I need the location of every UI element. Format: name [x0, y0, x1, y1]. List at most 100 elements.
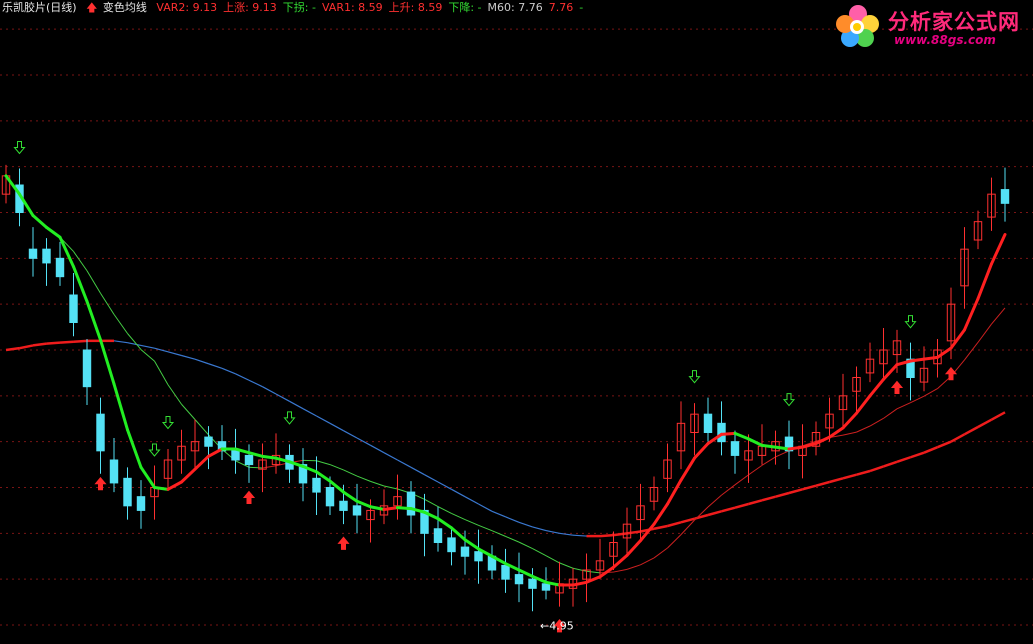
m60-segment [248, 379, 263, 388]
m60-segment [963, 425, 979, 436]
ma5-segment [166, 480, 183, 491]
indicator-arrow-icon: 🡅 [86, 1, 98, 14]
ma12-segment [478, 524, 493, 532]
m60-segment [910, 451, 925, 459]
candle-body [231, 450, 240, 461]
ma12-segment [883, 408, 898, 419]
color-ma-line [4, 174, 1007, 587]
ma5-segment [180, 467, 197, 484]
ma5-segment [963, 297, 980, 332]
ma12-segment [532, 548, 547, 557]
m60-segment [491, 510, 506, 518]
signal-arrows [13, 141, 958, 633]
candle-body [69, 294, 78, 323]
m60-segment [181, 354, 196, 360]
ma12-segment [329, 464, 344, 471]
ma5-segment [625, 539, 642, 557]
m60-segment [370, 444, 385, 454]
candle-body [717, 422, 726, 443]
candle-body [136, 496, 146, 511]
ma12-segment [694, 506, 709, 521]
ma5-segment [126, 428, 143, 469]
m60-segment [829, 477, 844, 484]
buy-arrow-icon [337, 536, 350, 550]
m60-segment [613, 532, 628, 537]
candle-body [501, 564, 510, 580]
m60-segment [46, 341, 61, 345]
ma12-segment [356, 475, 371, 482]
ma12-segment [869, 417, 884, 427]
stock-name: 乐凯胶片(日线) [2, 1, 77, 14]
m60-segment [235, 373, 250, 381]
m60-segment [329, 422, 344, 432]
ma5-segment [85, 299, 102, 342]
m60-segment [127, 342, 142, 347]
ma12-segment [518, 541, 533, 550]
indicator-field: 上涨: 9.13 [223, 1, 277, 14]
m60-segment [289, 400, 304, 410]
m60-segment [626, 530, 641, 535]
m60-segment [302, 408, 317, 417]
candle-body [325, 487, 335, 507]
ma5-segment [396, 506, 413, 511]
m60-segment [572, 534, 587, 537]
ma5-segment [666, 478, 683, 506]
m60-segment [896, 456, 911, 464]
ma12-segment [194, 419, 209, 436]
candle-body [541, 583, 551, 591]
buy-arrow-icon [242, 490, 256, 504]
ma5-segment [922, 355, 939, 361]
ma5-segment [652, 502, 669, 526]
ma12-segment [181, 403, 196, 420]
ma5-segment [693, 442, 710, 460]
m60-segment [518, 521, 533, 528]
m60-segment [815, 480, 830, 487]
ma12-segment [424, 498, 439, 508]
ma5-segment [639, 522, 656, 543]
candle-body [42, 248, 51, 264]
ma12-segment [842, 431, 857, 436]
m60-segment [113, 340, 128, 344]
buy-arrow-icon [890, 380, 904, 394]
candle-body [55, 257, 65, 278]
m60-segment [59, 340, 74, 344]
ma5-segment [193, 454, 210, 471]
ma5-segment [612, 553, 629, 569]
flower-icon [836, 5, 879, 47]
m60-segment [464, 496, 479, 505]
ma5-segment [949, 328, 966, 350]
logo-title: 分析家公式网 [888, 10, 1020, 34]
candle-body [447, 537, 456, 553]
m60-segment [5, 346, 20, 352]
ma5-segment [99, 338, 116, 386]
m60-segment [275, 393, 290, 402]
ma12-segment [370, 480, 385, 487]
candle-body [204, 436, 213, 447]
m60-segment [532, 526, 547, 532]
candle-body [28, 248, 38, 259]
ma12-segment [167, 384, 182, 405]
m60-segment [356, 437, 371, 446]
indicator-field: 上升: 8.59 [388, 1, 443, 14]
ma12-segment [896, 402, 911, 410]
m60-segment [761, 495, 776, 502]
ma12-segment [113, 314, 128, 334]
ma12-segment [761, 456, 776, 466]
candles [1, 164, 1010, 612]
ma5-segment [382, 506, 399, 511]
candle-body [730, 441, 740, 456]
ma12-segment [248, 466, 263, 469]
ma5-segment [787, 445, 804, 451]
ma12-segment [748, 464, 763, 476]
m60-segment [343, 430, 358, 439]
ma12-segment [856, 425, 871, 433]
ma12-segment [154, 360, 169, 386]
indicator-field: - [579, 1, 584, 14]
m60-segment [856, 469, 871, 476]
m60-segment [721, 506, 736, 513]
ma12-segment [910, 395, 925, 404]
m60-segment [950, 433, 966, 443]
ma12-segment [923, 388, 938, 397]
m60-segment [194, 358, 209, 365]
m60-segment [977, 418, 993, 429]
